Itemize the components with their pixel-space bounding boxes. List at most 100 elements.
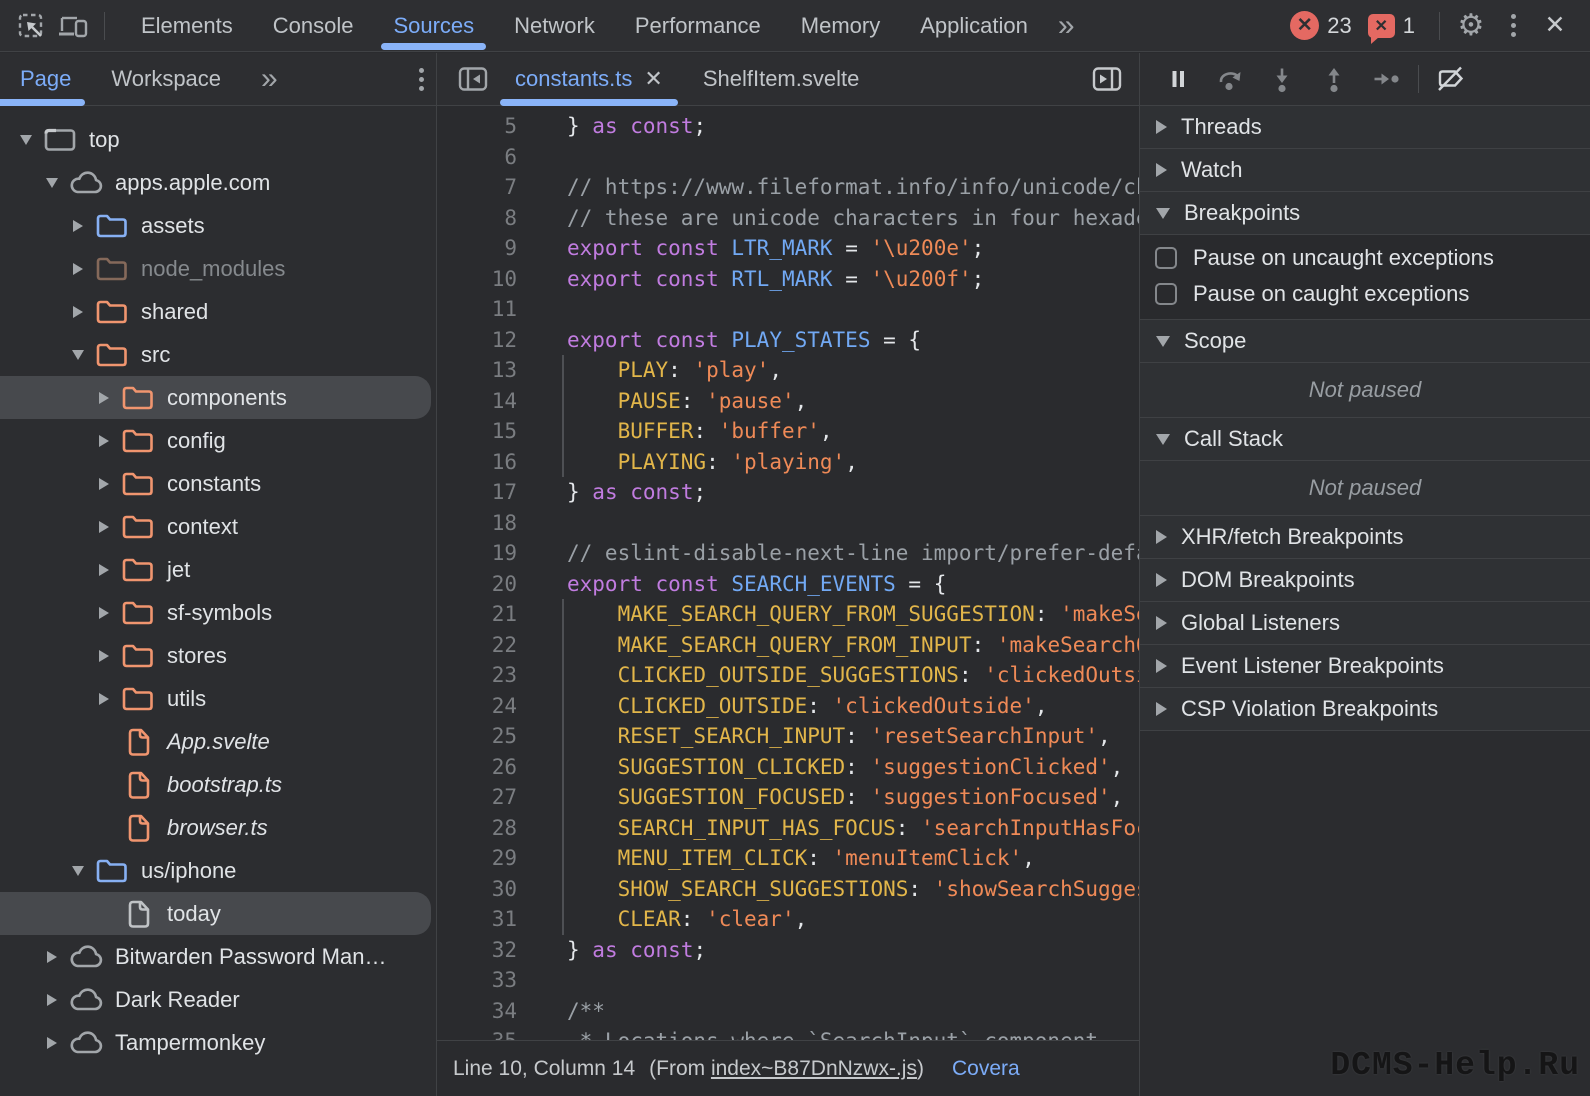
section-call-stack[interactable]: Call Stack xyxy=(1140,418,1590,461)
line-number[interactable]: 29 xyxy=(437,843,517,874)
source-file-link[interactable]: index~B87DnNzwx-.js xyxy=(711,1057,917,1080)
line-number[interactable]: 16 xyxy=(437,447,517,478)
tree-item-config[interactable]: config xyxy=(0,419,436,462)
navigator-tab-workspace[interactable]: Workspace xyxy=(111,53,221,106)
line-number[interactable]: 11 xyxy=(437,294,517,325)
navigator-menu-button[interactable] xyxy=(419,68,424,91)
line-number[interactable]: 15 xyxy=(437,416,517,447)
line-number[interactable]: 12 xyxy=(437,325,517,356)
line-number[interactable]: 14 xyxy=(437,386,517,417)
tree-item-bootstrap-ts[interactable]: bootstrap.ts xyxy=(0,763,436,806)
line-number[interactable]: 26 xyxy=(437,752,517,783)
line-number[interactable]: 18 xyxy=(437,508,517,539)
panel-tab-elements[interactable]: Elements xyxy=(121,0,253,52)
section-xhr-fetch-breakpoints[interactable]: XHR/fetch Breakpoints xyxy=(1140,516,1590,559)
coverage-link[interactable]: Covera xyxy=(952,1057,1020,1081)
step-over-button[interactable] xyxy=(1204,53,1256,105)
tree-item-tampermonkey[interactable]: Tampermonkey xyxy=(0,1021,436,1064)
tree-item-today[interactable]: today xyxy=(0,892,431,935)
close-tab-icon[interactable]: ✕ xyxy=(644,66,662,92)
line-number[interactable]: 7 xyxy=(437,172,517,203)
checkbox-icon[interactable] xyxy=(1155,247,1177,269)
line-number[interactable]: 28 xyxy=(437,813,517,844)
line-number[interactable]: 23 xyxy=(437,660,517,691)
option-pause-on-caught-exceptions[interactable]: Pause on caught exceptions xyxy=(1140,276,1590,312)
section-dom-breakpoints[interactable]: DOM Breakpoints xyxy=(1140,559,1590,602)
line-number[interactable]: 9 xyxy=(437,233,517,264)
tree-item-constants[interactable]: constants xyxy=(0,462,436,505)
section-global-listeners[interactable]: Global Listeners xyxy=(1140,602,1590,645)
settings-button[interactable]: ⚙ xyxy=(1450,0,1492,52)
tree-item-assets[interactable]: assets xyxy=(0,204,436,247)
tree-item-jet[interactable]: jet xyxy=(0,548,436,591)
tree-item-shared[interactable]: shared xyxy=(0,290,436,333)
line-number[interactable]: 8 xyxy=(437,203,517,234)
show-debugger-sidebar-button[interactable] xyxy=(1085,53,1129,105)
option-pause-on-uncaught-exceptions[interactable]: Pause on uncaught exceptions xyxy=(1140,240,1590,276)
panel-tab-performance[interactable]: Performance xyxy=(615,0,781,52)
panel-tab-network[interactable]: Network xyxy=(494,0,615,52)
line-number[interactable]: 19 xyxy=(437,538,517,569)
file-tab-shelfitem-svelte[interactable]: ShelfItem.svelte xyxy=(683,53,880,106)
pause-script-button[interactable] xyxy=(1152,53,1204,105)
deactivate-breakpoints-button[interactable] xyxy=(1425,53,1477,105)
line-number[interactable]: 33 xyxy=(437,965,517,996)
more-panels-button[interactable]: » xyxy=(1048,0,1085,52)
tree-item-sf-symbols[interactable]: sf-symbols xyxy=(0,591,436,634)
line-number[interactable]: 21 xyxy=(437,599,517,630)
tree-item-src[interactable]: src xyxy=(0,333,436,376)
navigator-tab-page[interactable]: Page xyxy=(20,53,71,106)
device-toolbar-button[interactable] xyxy=(52,0,94,52)
tree-item-stores[interactable]: stores xyxy=(0,634,436,677)
line-number[interactable]: 24 xyxy=(437,691,517,722)
close-devtools-button[interactable]: ✕ xyxy=(1534,0,1576,52)
tree-item-browser-ts[interactable]: browser.ts xyxy=(0,806,436,849)
more-options-button[interactable] xyxy=(1492,0,1534,52)
tree-item-dark-reader[interactable]: Dark Reader xyxy=(0,978,436,1021)
panel-tab-sources[interactable]: Sources xyxy=(373,0,494,52)
tree-item-utils[interactable]: utils xyxy=(0,677,436,720)
code-editor[interactable]: 5} as const;67// https://www.fileformat.… xyxy=(437,106,1139,1040)
tree-item-us-iphone[interactable]: us/iphone xyxy=(0,849,436,892)
step-into-button[interactable] xyxy=(1256,53,1308,105)
section-csp-violation-breakpoints[interactable]: CSP Violation Breakpoints xyxy=(1140,688,1590,731)
line-number[interactable]: 22 xyxy=(437,630,517,661)
tree-item-components[interactable]: components xyxy=(0,376,431,419)
more-navigator-tabs-button[interactable]: » xyxy=(261,53,278,105)
line-number[interactable]: 10 xyxy=(437,264,517,295)
panel-tab-application[interactable]: Application xyxy=(900,0,1048,52)
section-event-listener-breakpoints[interactable]: Event Listener Breakpoints xyxy=(1140,645,1590,688)
section-threads[interactable]: Threads xyxy=(1140,106,1590,149)
line-number[interactable]: 5 xyxy=(437,111,517,142)
panel-tab-console[interactable]: Console xyxy=(253,0,374,52)
line-number[interactable]: 34 xyxy=(437,996,517,1027)
hide-navigator-button[interactable] xyxy=(451,53,495,105)
console-errors-badge[interactable]: ✕ 23 ✕ 1 xyxy=(1290,11,1423,40)
line-number[interactable]: 20 xyxy=(437,569,517,600)
section-scope[interactable]: Scope xyxy=(1140,320,1590,363)
code-line-10: 10export const RTL_MARK = '\u200f'; xyxy=(437,264,1139,295)
line-number[interactable]: 30 xyxy=(437,874,517,905)
tree-item-top[interactable]: top xyxy=(0,118,436,161)
section-watch[interactable]: Watch xyxy=(1140,149,1590,192)
line-number[interactable]: 35 xyxy=(437,1026,517,1040)
tree-item-node-modules[interactable]: node_modules xyxy=(0,247,436,290)
tree-item-context[interactable]: context xyxy=(0,505,436,548)
line-number[interactable]: 17 xyxy=(437,477,517,508)
file-tab-constants-ts[interactable]: constants.ts✕ xyxy=(495,53,683,106)
tree-item-bitwarden-password-man[interactable]: Bitwarden Password Man… xyxy=(0,935,436,978)
section-breakpoints[interactable]: Breakpoints xyxy=(1140,192,1590,235)
panel-tab-memory[interactable]: Memory xyxy=(781,0,900,52)
checkbox-icon[interactable] xyxy=(1155,283,1177,305)
step-button[interactable] xyxy=(1360,53,1412,105)
line-number[interactable]: 6 xyxy=(437,142,517,173)
tree-item-app-svelte[interactable]: App.svelte xyxy=(0,720,436,763)
line-number[interactable]: 32 xyxy=(437,935,517,966)
line-number[interactable]: 13 xyxy=(437,355,517,386)
line-number[interactable]: 31 xyxy=(437,904,517,935)
step-out-button[interactable] xyxy=(1308,53,1360,105)
tree-item-apps-apple-com[interactable]: apps.apple.com xyxy=(0,161,436,204)
inspect-element-button[interactable] xyxy=(10,0,52,52)
line-number[interactable]: 27 xyxy=(437,782,517,813)
line-number[interactable]: 25 xyxy=(437,721,517,752)
